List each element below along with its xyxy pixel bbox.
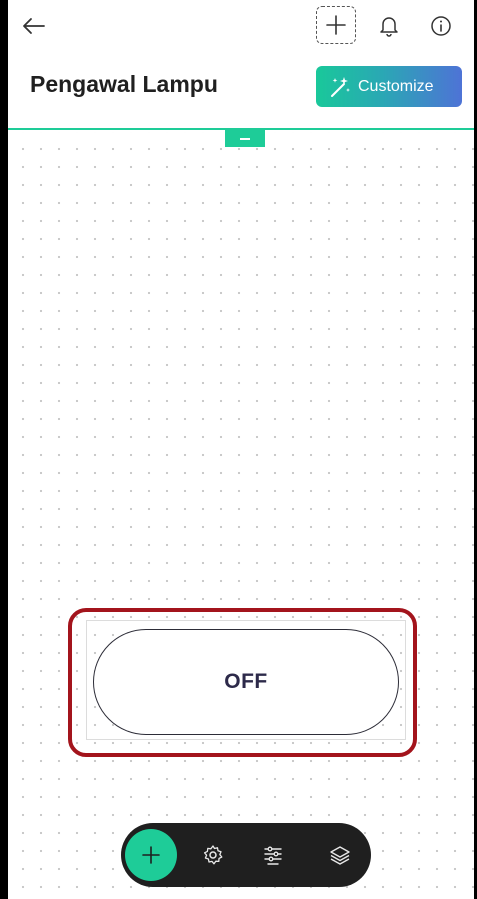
plus-icon [142, 846, 160, 864]
magic-wand-icon [331, 76, 350, 97]
arrow-left-icon [23, 18, 45, 34]
layers-icon [330, 846, 350, 865]
info-icon [431, 16, 451, 36]
info-button[interactable] [424, 8, 458, 44]
collapse-header-handle[interactable] [225, 130, 265, 147]
back-button[interactable] [16, 8, 52, 44]
toolbar-datastreams-button[interactable] [258, 840, 288, 870]
highlight-annotation [68, 608, 417, 757]
customize-button[interactable]: Customize [316, 66, 462, 107]
customize-label: Customize [358, 77, 434, 95]
gear-icon [203, 845, 223, 865]
plus-icon [326, 15, 346, 35]
dashboard-canvas[interactable] [8, 132, 474, 899]
toolbar-settings-button[interactable] [198, 840, 228, 870]
list-sliders-icon [264, 846, 282, 865]
bell-icon [380, 17, 398, 37]
minus-icon [240, 137, 250, 140]
add-widget-button[interactable] [316, 6, 356, 44]
page-title: Pengawal Lampu [30, 71, 218, 97]
toolbar-add-button[interactable] [125, 829, 177, 881]
screen-border-left [0, 0, 8, 899]
toolbar-layers-button[interactable] [325, 840, 355, 870]
notifications-button[interactable] [372, 8, 406, 44]
